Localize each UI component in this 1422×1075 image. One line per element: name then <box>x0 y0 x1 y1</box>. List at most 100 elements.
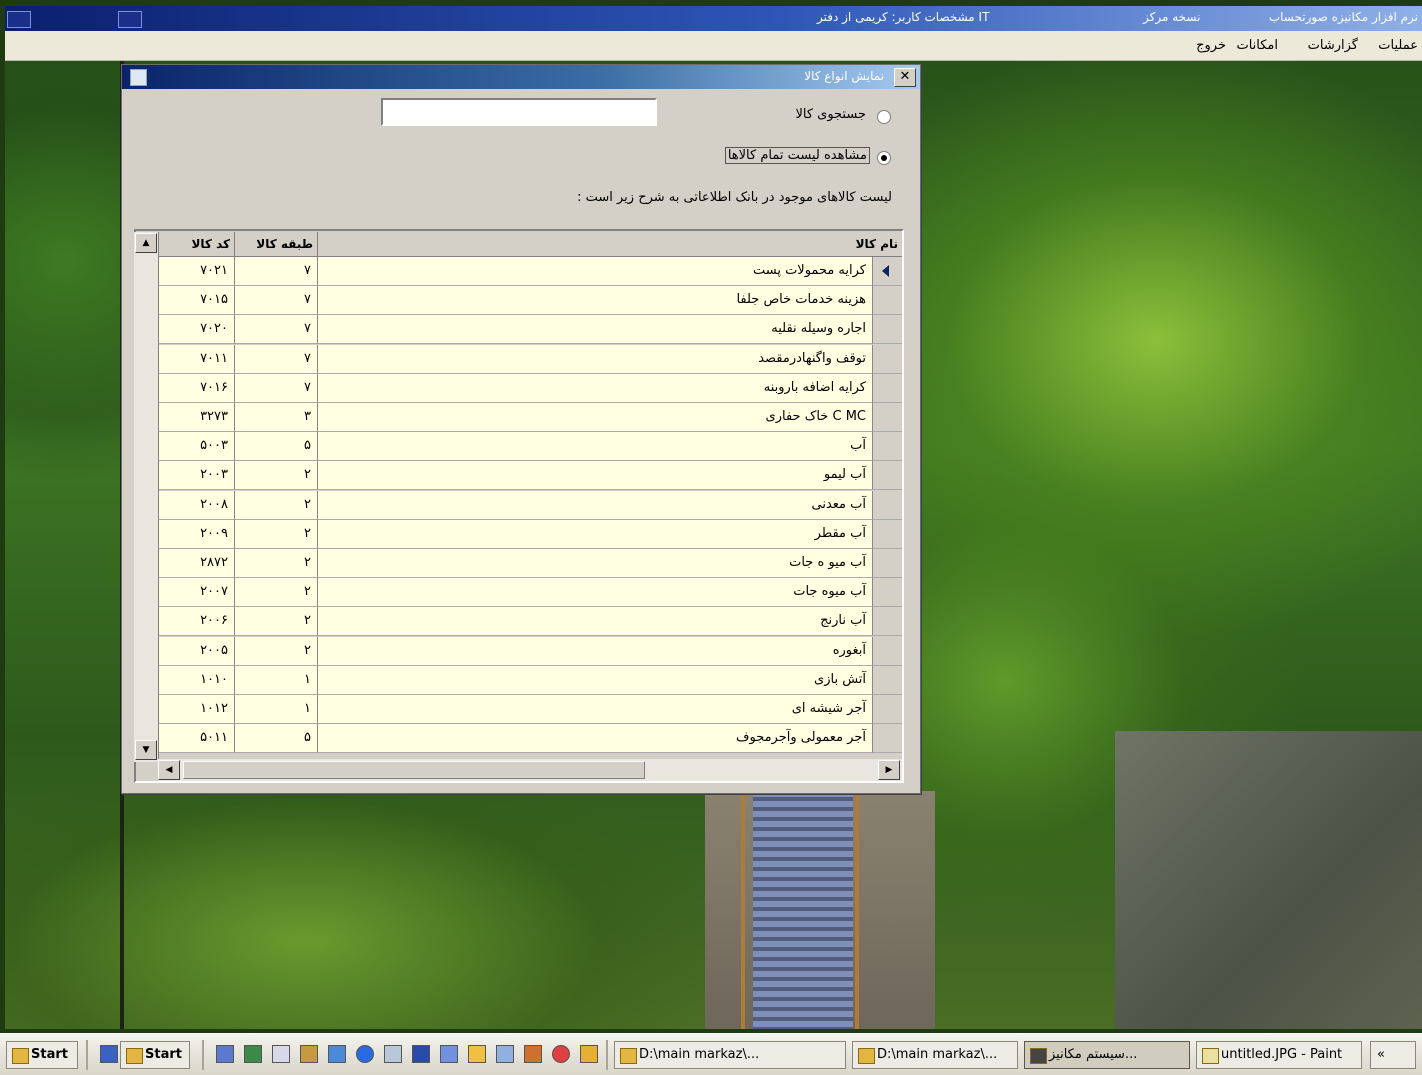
row-selector[interactable] <box>873 461 902 491</box>
cell-category[interactable]: ۲ <box>235 461 318 491</box>
column-header-name[interactable]: نام کالا <box>318 232 902 257</box>
quicklaunch-icon[interactable] <box>100 1045 118 1063</box>
cell-code[interactable]: ۷۰۲۰ <box>158 315 235 345</box>
row-selector[interactable] <box>873 315 902 345</box>
internet-explorer-icon[interactable] <box>356 1045 374 1063</box>
quicklaunch-icon[interactable] <box>384 1045 402 1063</box>
row-selector[interactable] <box>873 344 902 374</box>
cell-category[interactable]: ۳ <box>235 403 318 432</box>
cell-code[interactable]: ۲۰۰۹ <box>158 519 235 549</box>
table-row[interactable]: ۲۰۰۸ ۲ آب معدنی <box>158 490 902 520</box>
cell-category[interactable]: ۲ <box>235 636 318 666</box>
start-button[interactable]: Start <box>6 1041 78 1069</box>
show-all-radio-label[interactable]: مشاهده لیست تمام کالاها <box>724 147 870 164</box>
cell-name[interactable]: آتش بازی <box>318 665 873 695</box>
scroll-down-icon[interactable]: ▼ <box>135 740 157 760</box>
cell-category[interactable]: ۲ <box>235 549 318 578</box>
table-row[interactable]: ۲۸۷۲ ۲ آب میو ه جات <box>158 549 902 578</box>
cell-code[interactable]: ۵۰۰۳ <box>158 432 235 462</box>
row-selector[interactable] <box>873 432 902 462</box>
minimize-icon[interactable] <box>7 11 31 28</box>
media-player-icon[interactable] <box>552 1045 570 1063</box>
quicklaunch-icon[interactable] <box>300 1045 318 1063</box>
cell-code[interactable]: ۱۰۱۰ <box>158 665 235 695</box>
cell-name[interactable]: آب مقطر <box>318 519 873 549</box>
menu-operations[interactable]: عملیات <box>1378 38 1418 53</box>
cell-name[interactable]: آبغوره <box>318 636 873 666</box>
cell-name[interactable]: آجر شیشه ای <box>318 695 873 724</box>
cell-category[interactable]: ۷ <box>235 315 318 345</box>
start-button-2[interactable]: Start <box>120 1041 190 1069</box>
scroll-up-icon[interactable]: ▲ <box>135 233 157 253</box>
table-row[interactable]: ۲۰۰۷ ۲ آب میوه جات <box>158 578 902 608</box>
row-selector[interactable] <box>873 490 902 520</box>
cell-code[interactable]: ۷۰۱۵ <box>158 286 235 316</box>
cell-category[interactable]: ۷ <box>235 286 318 316</box>
horizontal-scroll-thumb[interactable] <box>183 761 645 779</box>
quicklaunch-icon[interactable] <box>272 1045 290 1063</box>
cell-category[interactable]: ۷ <box>235 257 318 286</box>
vertical-scrollbar[interactable]: ▲ ▼ <box>134 232 159 762</box>
quicklaunch-icon[interactable] <box>328 1045 346 1063</box>
search-radio-label[interactable]: جستجوی کالا <box>795 107 866 122</box>
row-selector[interactable] <box>873 286 902 316</box>
cell-code[interactable]: ۷۰۲۱ <box>158 257 235 286</box>
cell-code[interactable]: ۲۸۷۲ <box>158 549 235 578</box>
row-selector[interactable] <box>873 578 902 608</box>
scroll-right-icon[interactable]: ▶ <box>878 760 900 780</box>
cell-code[interactable]: ۲۰۰۸ <box>158 490 235 520</box>
row-selector[interactable] <box>873 549 902 578</box>
scroll-left-icon[interactable]: ◀ <box>158 760 180 780</box>
row-selector[interactable] <box>873 373 902 403</box>
cell-name[interactable]: آجر معمولی وآجرمجوف <box>318 724 873 754</box>
quicklaunch-icon[interactable] <box>524 1045 542 1063</box>
horizontal-scrollbar[interactable]: ◀ ▶ <box>158 759 902 781</box>
menu-tools[interactable]: امکانات <box>1236 38 1278 53</box>
cell-category[interactable]: ۵ <box>235 432 318 462</box>
table-row[interactable]: ۷۰۲۱ ۷ کرایه محمولات پست <box>158 257 902 286</box>
cell-name[interactable]: آب نارنج <box>318 607 873 637</box>
taskbar-folder-1[interactable]: D:\main markaz\... <box>614 1041 846 1069</box>
cell-name[interactable]: آب میو ه جات <box>318 549 873 578</box>
row-selector[interactable] <box>873 636 902 666</box>
table-row[interactable]: ۷۰۱۵ ۷ هزینه خدمات خاص جلفا <box>158 286 902 316</box>
table-row[interactable]: ۱۰۱۰ ۱ آتش بازی <box>158 665 902 695</box>
cell-category[interactable]: ۲ <box>235 578 318 608</box>
cell-name[interactable]: آب معدنی <box>318 490 873 520</box>
quicklaunch-icon[interactable] <box>216 1045 234 1063</box>
cell-code[interactable]: ۱۰۱۲ <box>158 695 235 724</box>
row-selector[interactable] <box>873 403 902 432</box>
taskbar-paint[interactable]: untitled.JPG - Paint <box>1196 1041 1362 1069</box>
cell-category[interactable]: ۷ <box>235 373 318 403</box>
table-row[interactable]: ۱۰۱۲ ۱ آجر شیشه ای <box>158 695 902 724</box>
quicklaunch-icon[interactable] <box>580 1045 598 1063</box>
cell-name[interactable]: توقف واگنهادرمقصد <box>318 344 873 374</box>
show-all-radio[interactable] <box>877 151 891 165</box>
row-selector[interactable] <box>873 607 902 637</box>
cell-code[interactable]: ۲۰۰۵ <box>158 636 235 666</box>
search-input[interactable] <box>381 98 657 126</box>
cell-category[interactable]: ۲ <box>235 490 318 520</box>
table-row[interactable]: ۲۰۰۶ ۲ آب نارنج <box>158 607 902 637</box>
quicklaunch-icon[interactable] <box>244 1045 262 1063</box>
cell-code[interactable]: ۲۰۰۳ <box>158 461 235 491</box>
table-row[interactable]: ۲۰۰۹ ۲ آب مقطر <box>158 519 902 549</box>
cell-category[interactable]: ۱ <box>235 665 318 695</box>
cell-name[interactable]: کرایه محمولات پست <box>318 257 873 286</box>
table-row[interactable]: ۵۰۱۱ ۵ آجر معمولی وآجرمجوف <box>158 724 902 754</box>
table-row[interactable]: ۳۲۷۳ ۳ C MC خاک حفاری <box>158 403 902 432</box>
cell-code[interactable]: ۳۲۷۳ <box>158 403 235 432</box>
cell-code[interactable]: ۲۰۰۷ <box>158 578 235 608</box>
quicklaunch-icon[interactable] <box>440 1045 458 1063</box>
taskbar-folder-2[interactable]: D:\main markaz\... <box>852 1041 1018 1069</box>
cell-category[interactable]: ۲ <box>235 607 318 637</box>
cell-name[interactable]: هزینه خدمات خاص جلفا <box>318 286 873 316</box>
table-row[interactable]: ۲۰۰۳ ۲ آب لیمو <box>158 461 902 491</box>
cell-category[interactable]: ۲ <box>235 519 318 549</box>
cell-name[interactable]: کرایه اضافه باروبنه <box>318 373 873 403</box>
table-row[interactable]: ۲۰۰۵ ۲ آبغوره <box>158 636 902 666</box>
row-selector[interactable] <box>873 695 902 724</box>
table-row[interactable]: ۷۰۲۰ ۷ اجاره وسیله نقلیه <box>158 315 902 345</box>
cell-code[interactable]: ۷۰۱۱ <box>158 344 235 374</box>
row-selector[interactable] <box>873 519 902 549</box>
